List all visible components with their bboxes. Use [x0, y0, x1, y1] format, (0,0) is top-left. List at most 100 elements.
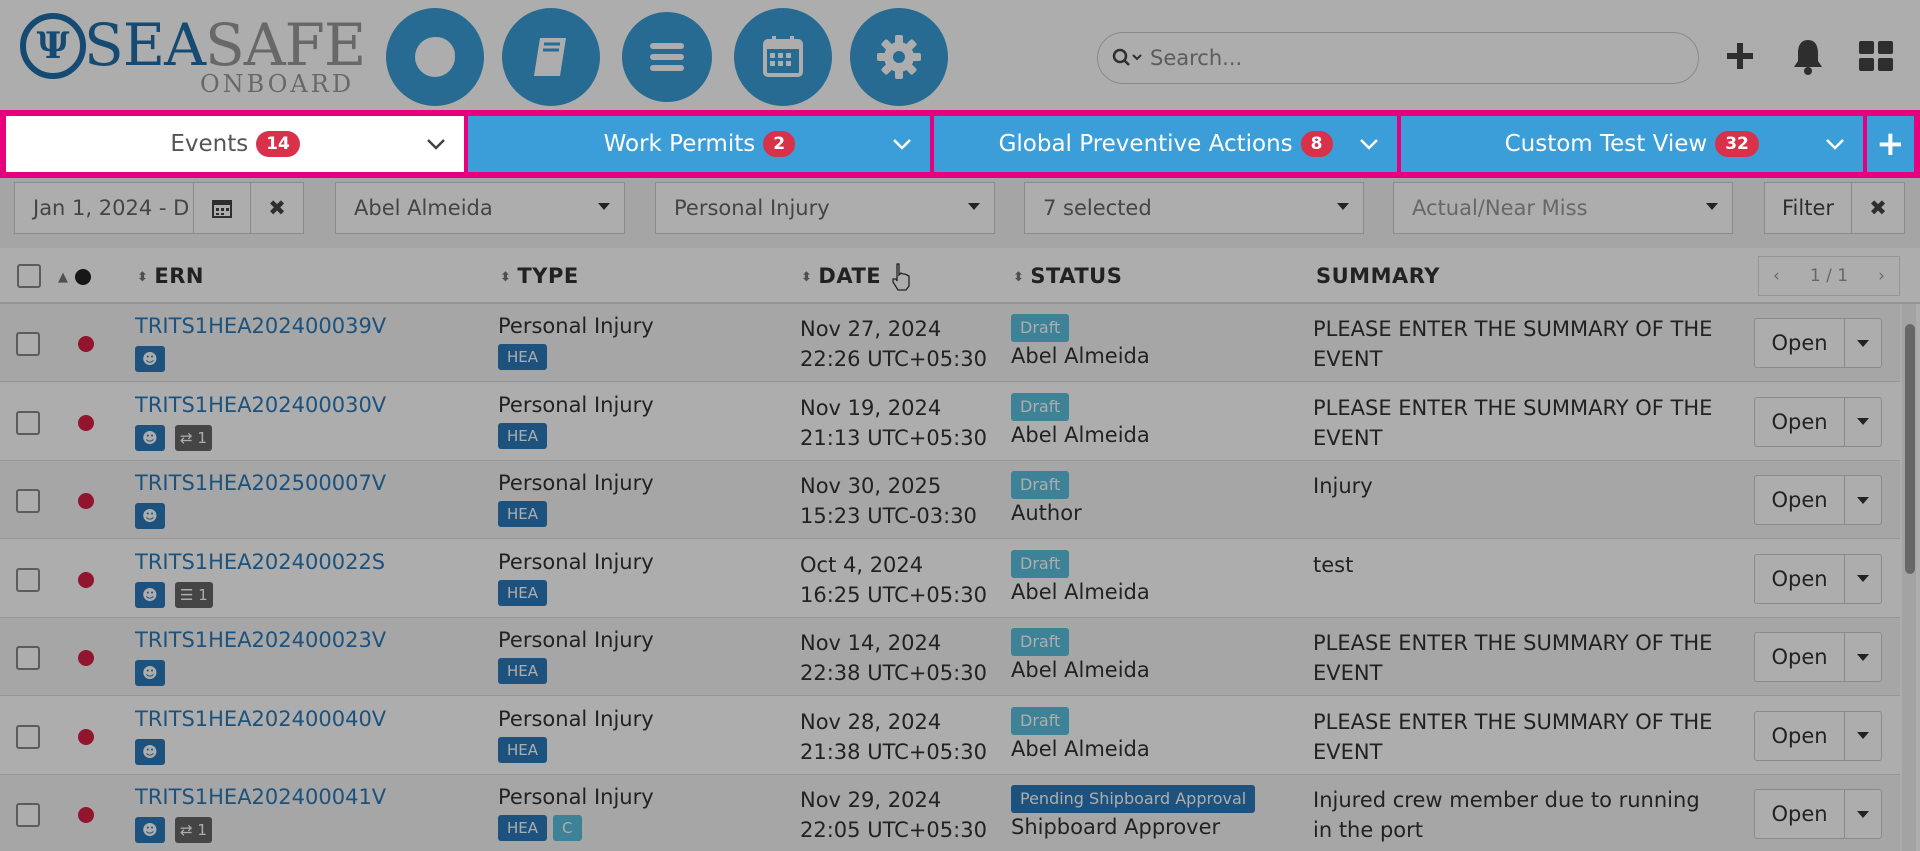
- open-split-button[interactable]: Open: [1754, 789, 1882, 839]
- row-checkbox[interactable]: [16, 410, 40, 435]
- table-row[interactable]: TRITS1HEA202400039V ☻ Personal Injury HEA No…: [0, 304, 1900, 382]
- status-multiselect[interactable]: 7 selected: [1024, 182, 1364, 234]
- event-type: Personal Injury: [498, 314, 654, 338]
- table-row[interactable]: TRITS1HEA202400023V ☻ Personal Injury HEA No…: [0, 618, 1900, 696]
- scrollbar-thumb[interactable]: [1905, 324, 1915, 574]
- open-button[interactable]: Open: [1755, 397, 1845, 446]
- calendar-icon: [212, 200, 232, 218]
- row-checkbox[interactable]: [16, 489, 40, 513]
- search-icon[interactable]: [1112, 48, 1150, 68]
- open-split-button[interactable]: Open: [1754, 553, 1882, 604]
- open-button[interactable]: Open: [1755, 554, 1845, 603]
- open-split-button[interactable]: Open: [1754, 632, 1882, 682]
- seasafe-logo[interactable]: Ψ SEASAFE ONBOARD: [20, 10, 366, 98]
- open-split-button[interactable]: Open: [1754, 396, 1882, 447]
- event-summary: test: [1313, 552, 1354, 577]
- event-summary: PLEASE ENTER THE SUMMARY OF THE EVENT: [1313, 709, 1713, 764]
- status-owner: Author: [1011, 501, 1082, 525]
- tab-events[interactable]: Events 14: [6, 116, 465, 172]
- type-tag: HEA: [498, 344, 548, 370]
- event-type: Personal Injury: [498, 628, 654, 652]
- chevron-down-icon[interactable]: [1821, 130, 1849, 158]
- status-badge: Draft: [1011, 706, 1070, 735]
- clear-date-button[interactable]: ✖: [250, 182, 304, 234]
- chevron-down-icon[interactable]: [888, 130, 916, 158]
- tab-custom-test-view[interactable]: Custom Test View 32: [1400, 116, 1863, 172]
- table-row[interactable]: TRITS1HEA202500007V ☻ Personal Injury HEA No…: [0, 461, 1900, 539]
- open-button[interactable]: Open: [1755, 476, 1845, 524]
- ern-link[interactable]: TRITS1HEA202400023V: [135, 628, 386, 652]
- filter-button[interactable]: Filter: [1764, 182, 1852, 234]
- clear-filters-button[interactable]: ✖: [1851, 182, 1905, 234]
- open-menu-toggle[interactable]: [1845, 398, 1881, 446]
- open-button[interactable]: Open: [1755, 633, 1845, 681]
- sort-severity-column[interactable]: ▲: [58, 264, 91, 288]
- table-row[interactable]: TRITS1HEA202400041V ☻ ⇄ 1 Personal Injury HE…: [0, 775, 1900, 851]
- logbook-nav-button[interactable]: [502, 8, 600, 106]
- select-all-checkbox[interactable]: [17, 264, 41, 288]
- column-type[interactable]: ⬍ TYPE: [500, 264, 579, 288]
- open-split-button[interactable]: Open: [1754, 710, 1882, 761]
- dashboard-nav-button[interactable]: [386, 8, 484, 106]
- column-status[interactable]: ⬍ STATUS: [1013, 264, 1122, 288]
- table-row[interactable]: TRITS1HEA202400030V ☻ ⇄ 1 Personal Injury HE…: [0, 383, 1900, 461]
- chevron-down-icon[interactable]: [422, 130, 450, 158]
- event-status: Draft Author: [1011, 471, 1082, 525]
- type-tag: HEA: [498, 658, 548, 684]
- event-type-select[interactable]: Personal Injury: [655, 182, 995, 234]
- add-view-tab-button[interactable]: +: [1866, 116, 1915, 172]
- settings-nav-button[interactable]: [850, 8, 948, 106]
- calendar-picker-button[interactable]: [193, 182, 251, 234]
- calendar-nav-button[interactable]: [734, 8, 832, 106]
- table-row[interactable]: TRITS1HEA202400040V ☻ Personal Injury HEA No…: [0, 697, 1900, 775]
- next-page-icon[interactable]: ›: [1878, 266, 1885, 286]
- actual-near-miss-select[interactable]: Actual/Near Miss: [1393, 182, 1733, 234]
- global-search[interactable]: [1097, 32, 1699, 84]
- caret-down-icon: [1857, 810, 1869, 818]
- ern-link[interactable]: TRITS1HEA202400041V: [135, 785, 386, 809]
- open-button[interactable]: Open: [1755, 790, 1845, 838]
- status-owner: Abel Almeida: [1011, 736, 1150, 761]
- sort-up-icon: ▲: [58, 270, 69, 285]
- open-menu-toggle[interactable]: [1845, 319, 1881, 367]
- tab-work-permits[interactable]: Work Permits 2: [468, 116, 931, 172]
- open-menu-toggle[interactable]: [1845, 633, 1881, 681]
- chevron-down-icon[interactable]: [1355, 130, 1383, 158]
- search-input[interactable]: [1150, 46, 1670, 70]
- open-menu-toggle[interactable]: [1845, 712, 1881, 760]
- notifications-button[interactable]: [1788, 30, 1828, 82]
- tab-label: Work Permits: [603, 131, 756, 157]
- prev-page-icon[interactable]: ‹: [1773, 266, 1780, 286]
- ern-link[interactable]: TRITS1HEA202400039V: [135, 314, 386, 338]
- ern-link[interactable]: TRITS1HEA202400022S: [135, 550, 385, 574]
- author-select[interactable]: Abel Almeida: [335, 182, 625, 234]
- open-menu-toggle[interactable]: [1845, 555, 1881, 603]
- open-button[interactable]: Open: [1755, 319, 1845, 367]
- caret-down-icon: [1857, 732, 1869, 739]
- view-tab-bar: Events 14 Work Permits 2 Global Preventive A…: [0, 110, 1920, 178]
- row-checkbox[interactable]: [16, 724, 40, 749]
- apps-grid-button[interactable]: [1856, 30, 1896, 82]
- ern-link[interactable]: TRITS1HEA202400030V: [135, 393, 386, 417]
- open-split-button[interactable]: Open: [1754, 318, 1882, 368]
- list-nav-button[interactable]: [618, 8, 716, 106]
- open-menu-toggle[interactable]: [1845, 476, 1881, 524]
- severity-dot-icon: [78, 650, 94, 666]
- date-range-input[interactable]: Jan 1, 2024 - D: [14, 182, 194, 234]
- table-row[interactable]: TRITS1HEA202400022S ☻ ☰ 1 Personal Injury HE…: [0, 540, 1900, 618]
- tab-global-preventive-actions[interactable]: Global Preventive Actions 8: [934, 116, 1397, 172]
- event-summary: PLEASE ENTER THE SUMMARY OF THE EVENT: [1313, 395, 1713, 450]
- add-button[interactable]: [1720, 30, 1760, 82]
- ern-link[interactable]: TRITS1HEA202400040V: [135, 707, 386, 731]
- row-checkbox[interactable]: [16, 332, 40, 356]
- row-checkbox[interactable]: [16, 567, 40, 592]
- open-menu-toggle[interactable]: [1845, 790, 1881, 838]
- open-split-button[interactable]: Open: [1754, 475, 1882, 525]
- row-checkbox[interactable]: [16, 646, 40, 670]
- open-button[interactable]: Open: [1755, 711, 1845, 760]
- column-ern[interactable]: ⬍ ERN: [137, 264, 204, 288]
- table-scrollbar[interactable]: [1902, 304, 1916, 851]
- ern-link[interactable]: TRITS1HEA202500007V: [135, 471, 386, 495]
- row-checkbox[interactable]: [16, 803, 40, 827]
- column-date[interactable]: ⬍ DATE: [801, 264, 881, 288]
